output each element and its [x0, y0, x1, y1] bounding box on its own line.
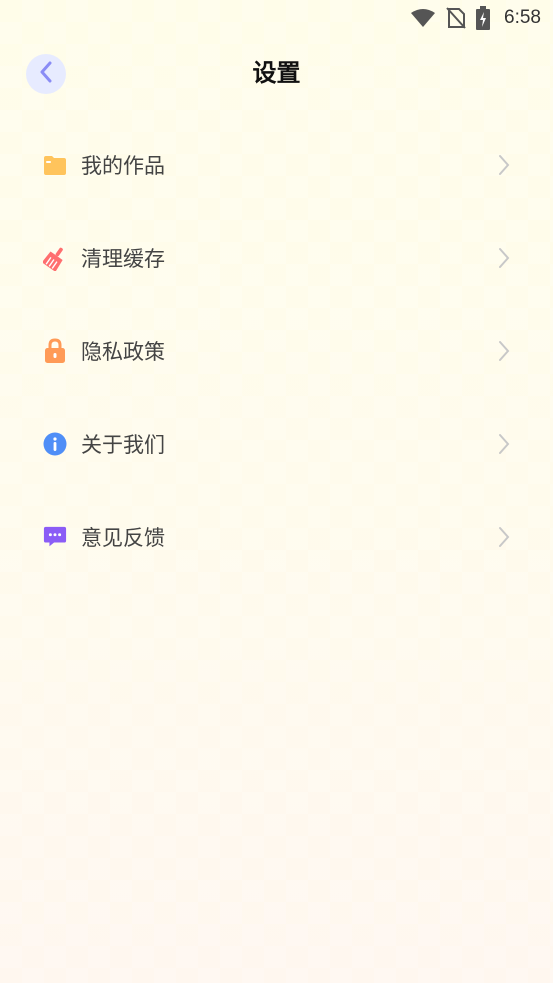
menu-item-label: 关于我们	[81, 432, 165, 457]
no-sim-icon	[446, 7, 466, 29]
status-time: 6:58	[504, 7, 541, 28]
chevron-right-icon	[495, 246, 513, 270]
folder-icon	[43, 153, 67, 177]
menu-item-feedback[interactable]: 意见反馈	[0, 490, 553, 583]
menu-item-privacy-policy[interactable]: 隐私政策	[0, 304, 553, 397]
broom-icon	[43, 246, 67, 271]
chevron-right-icon	[495, 432, 513, 456]
page-title: 设置	[252, 59, 301, 87]
battery-charging-icon	[476, 6, 491, 30]
menu-item-about-us[interactable]: 关于我们	[0, 397, 553, 490]
lock-icon	[43, 337, 67, 363]
info-icon	[43, 432, 67, 456]
chevron-left-icon	[38, 61, 54, 87]
chevron-right-icon	[495, 525, 513, 549]
menu-item-label: 我的作品	[81, 153, 165, 178]
status-bar: 6:58	[0, 0, 553, 36]
menu-item-clear-cache[interactable]: 清理缓存	[0, 211, 553, 304]
header: 设置	[0, 50, 553, 96]
back-button[interactable]	[26, 54, 66, 94]
menu-item-my-works[interactable]: 我的作品	[0, 118, 553, 211]
settings-menu: 我的作品 清理缓存 隐私政策 关于我们 意见反馈	[0, 118, 553, 583]
chevron-right-icon	[495, 153, 513, 177]
menu-item-label: 隐私政策	[81, 339, 165, 364]
feedback-icon	[43, 525, 67, 549]
menu-item-label: 清理缓存	[81, 246, 165, 271]
chevron-right-icon	[495, 339, 513, 363]
menu-item-label: 意见反馈	[81, 525, 165, 550]
wifi-icon	[410, 8, 436, 28]
